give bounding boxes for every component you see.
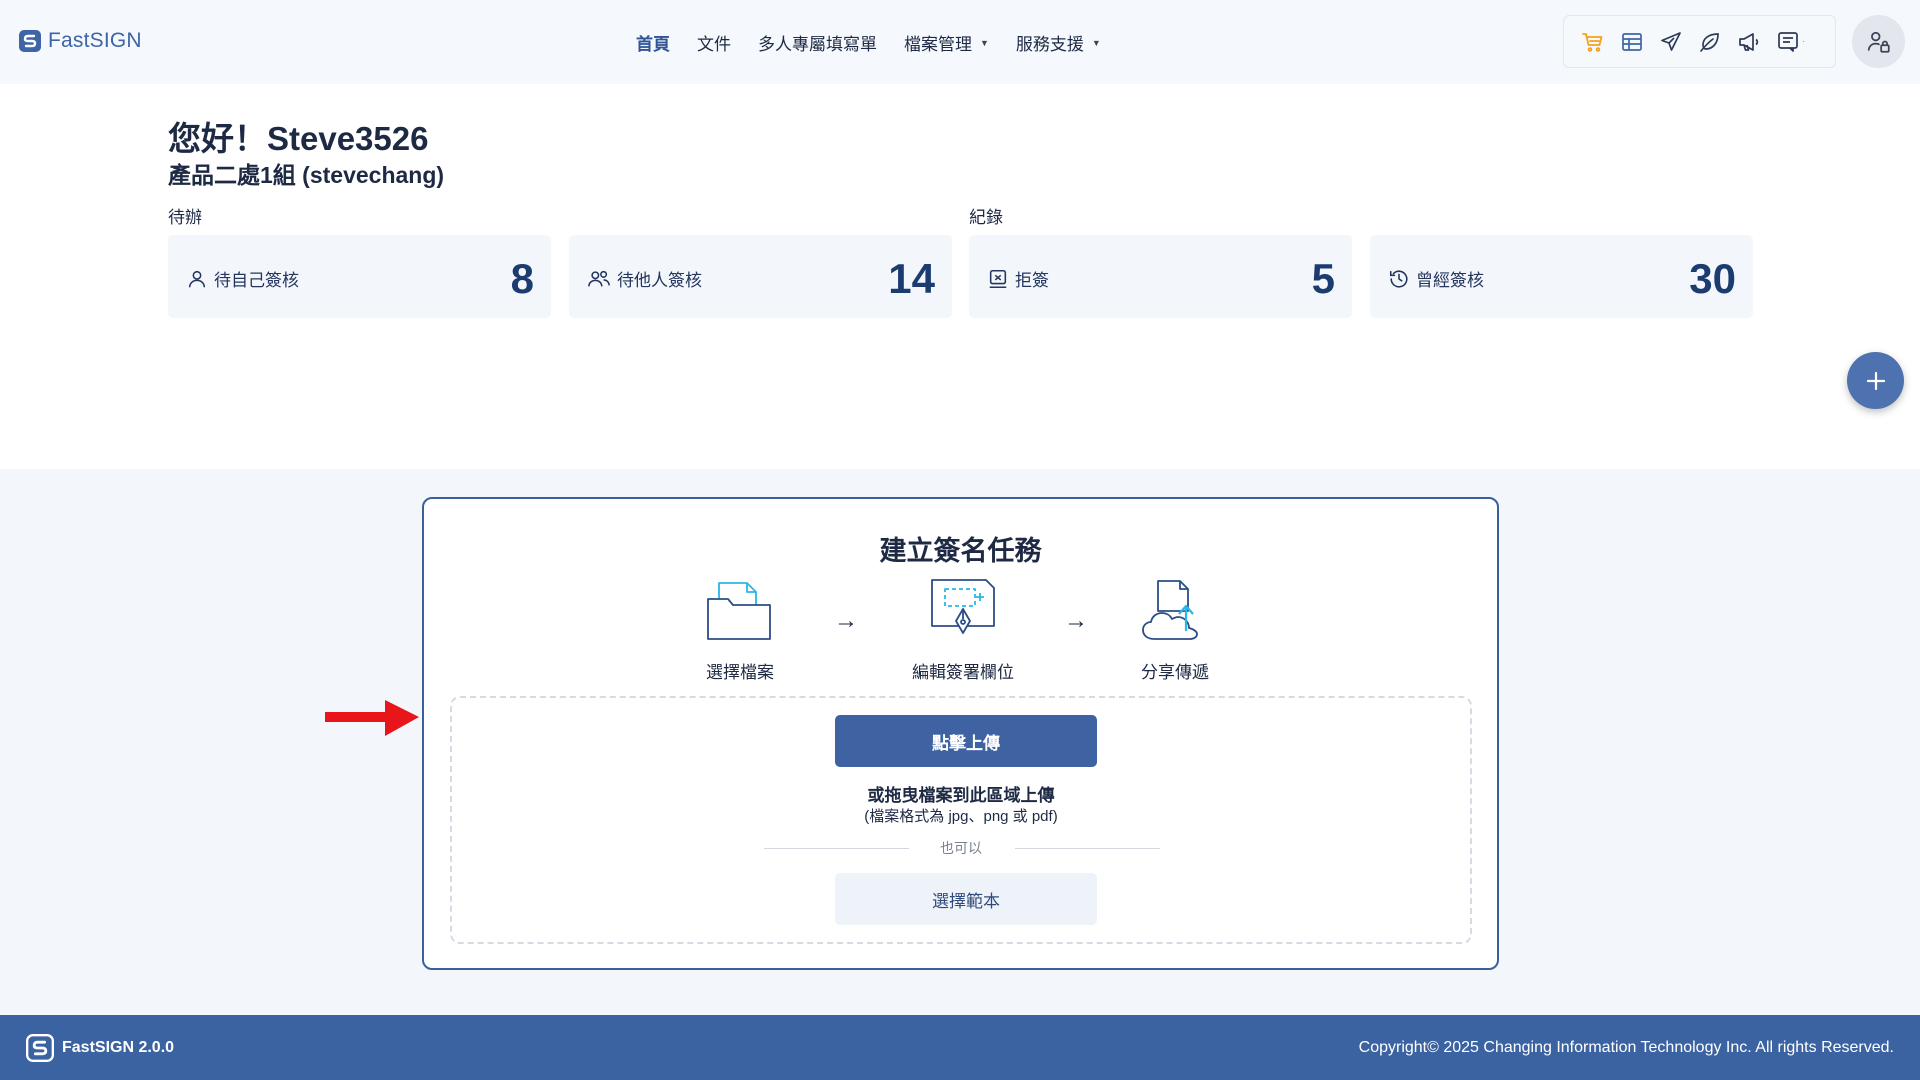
step-select-file: 選擇檔案 bbox=[685, 577, 795, 683]
add-fab-button[interactable] bbox=[1847, 352, 1904, 409]
user-lock-icon bbox=[1867, 31, 1890, 53]
stat-label: 曾經簽核 bbox=[1388, 266, 1484, 291]
nav-multi-form-label: 多人專屬填寫單 bbox=[758, 35, 877, 54]
stat-card-rejected[interactable]: 拒簽 5 bbox=[969, 235, 1352, 318]
table-icon[interactable] bbox=[1619, 29, 1644, 54]
upload-dropzone[interactable]: 點擊上傳 或拖曳檔案到此區域上傳 (檔案格式為 jpg、png 或 pdf) 也… bbox=[450, 696, 1472, 944]
select-template-button[interactable]: 選擇範本 bbox=[835, 873, 1097, 925]
page-footer: FastSIGN 2.0.0 Copyright© 2025 Changing … bbox=[0, 1015, 1920, 1080]
folder-file-icon bbox=[707, 582, 771, 640]
or-divider-text: 也可以 bbox=[940, 840, 982, 856]
fastsign-logo-icon bbox=[26, 1034, 54, 1062]
fastsign-logo[interactable]: FastSIGN bbox=[18, 29, 142, 53]
records-section-label: 紀錄 bbox=[969, 208, 1003, 227]
nav-documents[interactable]: 文件 bbox=[697, 30, 731, 55]
step-arrow-icon: → bbox=[834, 607, 858, 634]
click-upload-button[interactable]: 點擊上傳 bbox=[835, 715, 1097, 767]
step-label: 編輯簽署欄位 bbox=[912, 663, 1014, 682]
caret-down-icon: ▼ bbox=[980, 37, 989, 48]
stamp-icon bbox=[989, 269, 1007, 288]
top-header: FastSIGN 首頁 文件 多人專屬填寫單 檔案管理 ▼ 服務支援 ▼ · bbox=[0, 0, 1920, 84]
document-pen-icon bbox=[931, 579, 995, 634]
stat-count: 14 bbox=[888, 255, 935, 302]
todo-section-label: 待辦 bbox=[168, 208, 202, 227]
footer-copyright: Copyright© 2025 Changing Information Tec… bbox=[1358, 1039, 1894, 1056]
caret-down-icon: ▼ bbox=[1091, 37, 1101, 48]
send-icon[interactable] bbox=[1658, 29, 1683, 54]
stat-label-text: 待他人簽核 bbox=[617, 271, 702, 290]
file-format-hint: (檔案格式為 jpg、png 或 pdf) bbox=[864, 808, 1058, 825]
nav-file-management[interactable]: 檔案管理 ▼ bbox=[904, 30, 989, 55]
plus-icon bbox=[1866, 371, 1885, 390]
stat-card-pending-self[interactable]: 待自己簽核 8 bbox=[168, 235, 551, 318]
stat-card-signed-history[interactable]: 曾經簽核 30 bbox=[1370, 235, 1753, 318]
nav-home-label: 首頁 bbox=[636, 35, 670, 54]
leaf-icon[interactable] bbox=[1697, 29, 1722, 54]
nav-support[interactable]: 服務支援 ▼ bbox=[1016, 30, 1101, 55]
step-label: 選擇檔案 bbox=[706, 663, 774, 682]
footer-logo: FastSIGN 2.0.0 bbox=[26, 1034, 174, 1062]
stat-label: 待自己簽核 bbox=[186, 266, 299, 291]
divider-line bbox=[1015, 848, 1160, 849]
department-subtitle: 產品二處1組 (stevechang) bbox=[168, 162, 445, 188]
drag-drop-hint: 或拖曳檔案到此區域上傳 bbox=[867, 786, 1055, 805]
greeting-title: 您好！Steve3526 bbox=[168, 120, 429, 157]
stat-count: 30 bbox=[1689, 255, 1736, 302]
nav-file-management-label: 檔案管理 bbox=[904, 35, 972, 54]
step-share: 分享傳遞 bbox=[1120, 577, 1230, 683]
footer-brand: FastSIGN 2.0.0 bbox=[62, 1039, 175, 1056]
stat-card-pending-others[interactable]: 待他人簽核 14 bbox=[569, 235, 952, 318]
cart-icon[interactable] bbox=[1580, 29, 1605, 54]
quick-toolbar: · bbox=[1563, 15, 1836, 68]
stat-label: 拒簽 bbox=[987, 266, 1049, 291]
nav-home[interactable]: 首頁 bbox=[636, 30, 670, 55]
step-label: 分享傳遞 bbox=[1141, 663, 1209, 682]
step-arrow-icon: → bbox=[1064, 607, 1088, 634]
step-edit-fields: 編輯簽署欄位 bbox=[908, 577, 1018, 683]
user-avatar-button[interactable] bbox=[1852, 15, 1905, 68]
toolbar-more-icon[interactable]: · bbox=[1802, 36, 1805, 47]
history-icon bbox=[1389, 269, 1408, 288]
stat-label-text: 拒簽 bbox=[1015, 271, 1049, 290]
users-icon bbox=[588, 270, 610, 286]
cloud-upload-icon bbox=[1142, 580, 1198, 640]
logo-text: FastSIGN bbox=[48, 29, 142, 52]
stat-count: 8 bbox=[510, 255, 534, 302]
red-arrow-annotation-icon bbox=[325, 700, 419, 736]
stat-label-text: 曾經簽核 bbox=[1416, 271, 1484, 290]
stat-label-text: 待自己簽核 bbox=[214, 271, 299, 290]
fastsign-logo-icon bbox=[19, 30, 41, 52]
megaphone-icon[interactable] bbox=[1736, 29, 1761, 54]
user-icon bbox=[188, 270, 206, 287]
panel-title: 建立簽名任務 bbox=[879, 536, 1042, 566]
create-signing-task-panel: 建立簽名任務 選擇檔案 → 編輯簽署欄位 → 分享傳遞 點擊上傳 或拖曳檔案到此… bbox=[422, 497, 1499, 970]
nav-documents-label: 文件 bbox=[697, 35, 731, 54]
nav-support-label: 服務支援 bbox=[1015, 35, 1084, 54]
stat-label: 待他人簽核 bbox=[587, 266, 702, 291]
main-nav: 首頁 文件 多人專屬填寫單 檔案管理 ▼ 服務支援 ▼ bbox=[636, 30, 1128, 55]
nav-multi-form[interactable]: 多人專屬填寫單 bbox=[758, 30, 877, 55]
stat-count: 5 bbox=[1311, 255, 1335, 302]
notes-icon[interactable] bbox=[1775, 29, 1800, 54]
